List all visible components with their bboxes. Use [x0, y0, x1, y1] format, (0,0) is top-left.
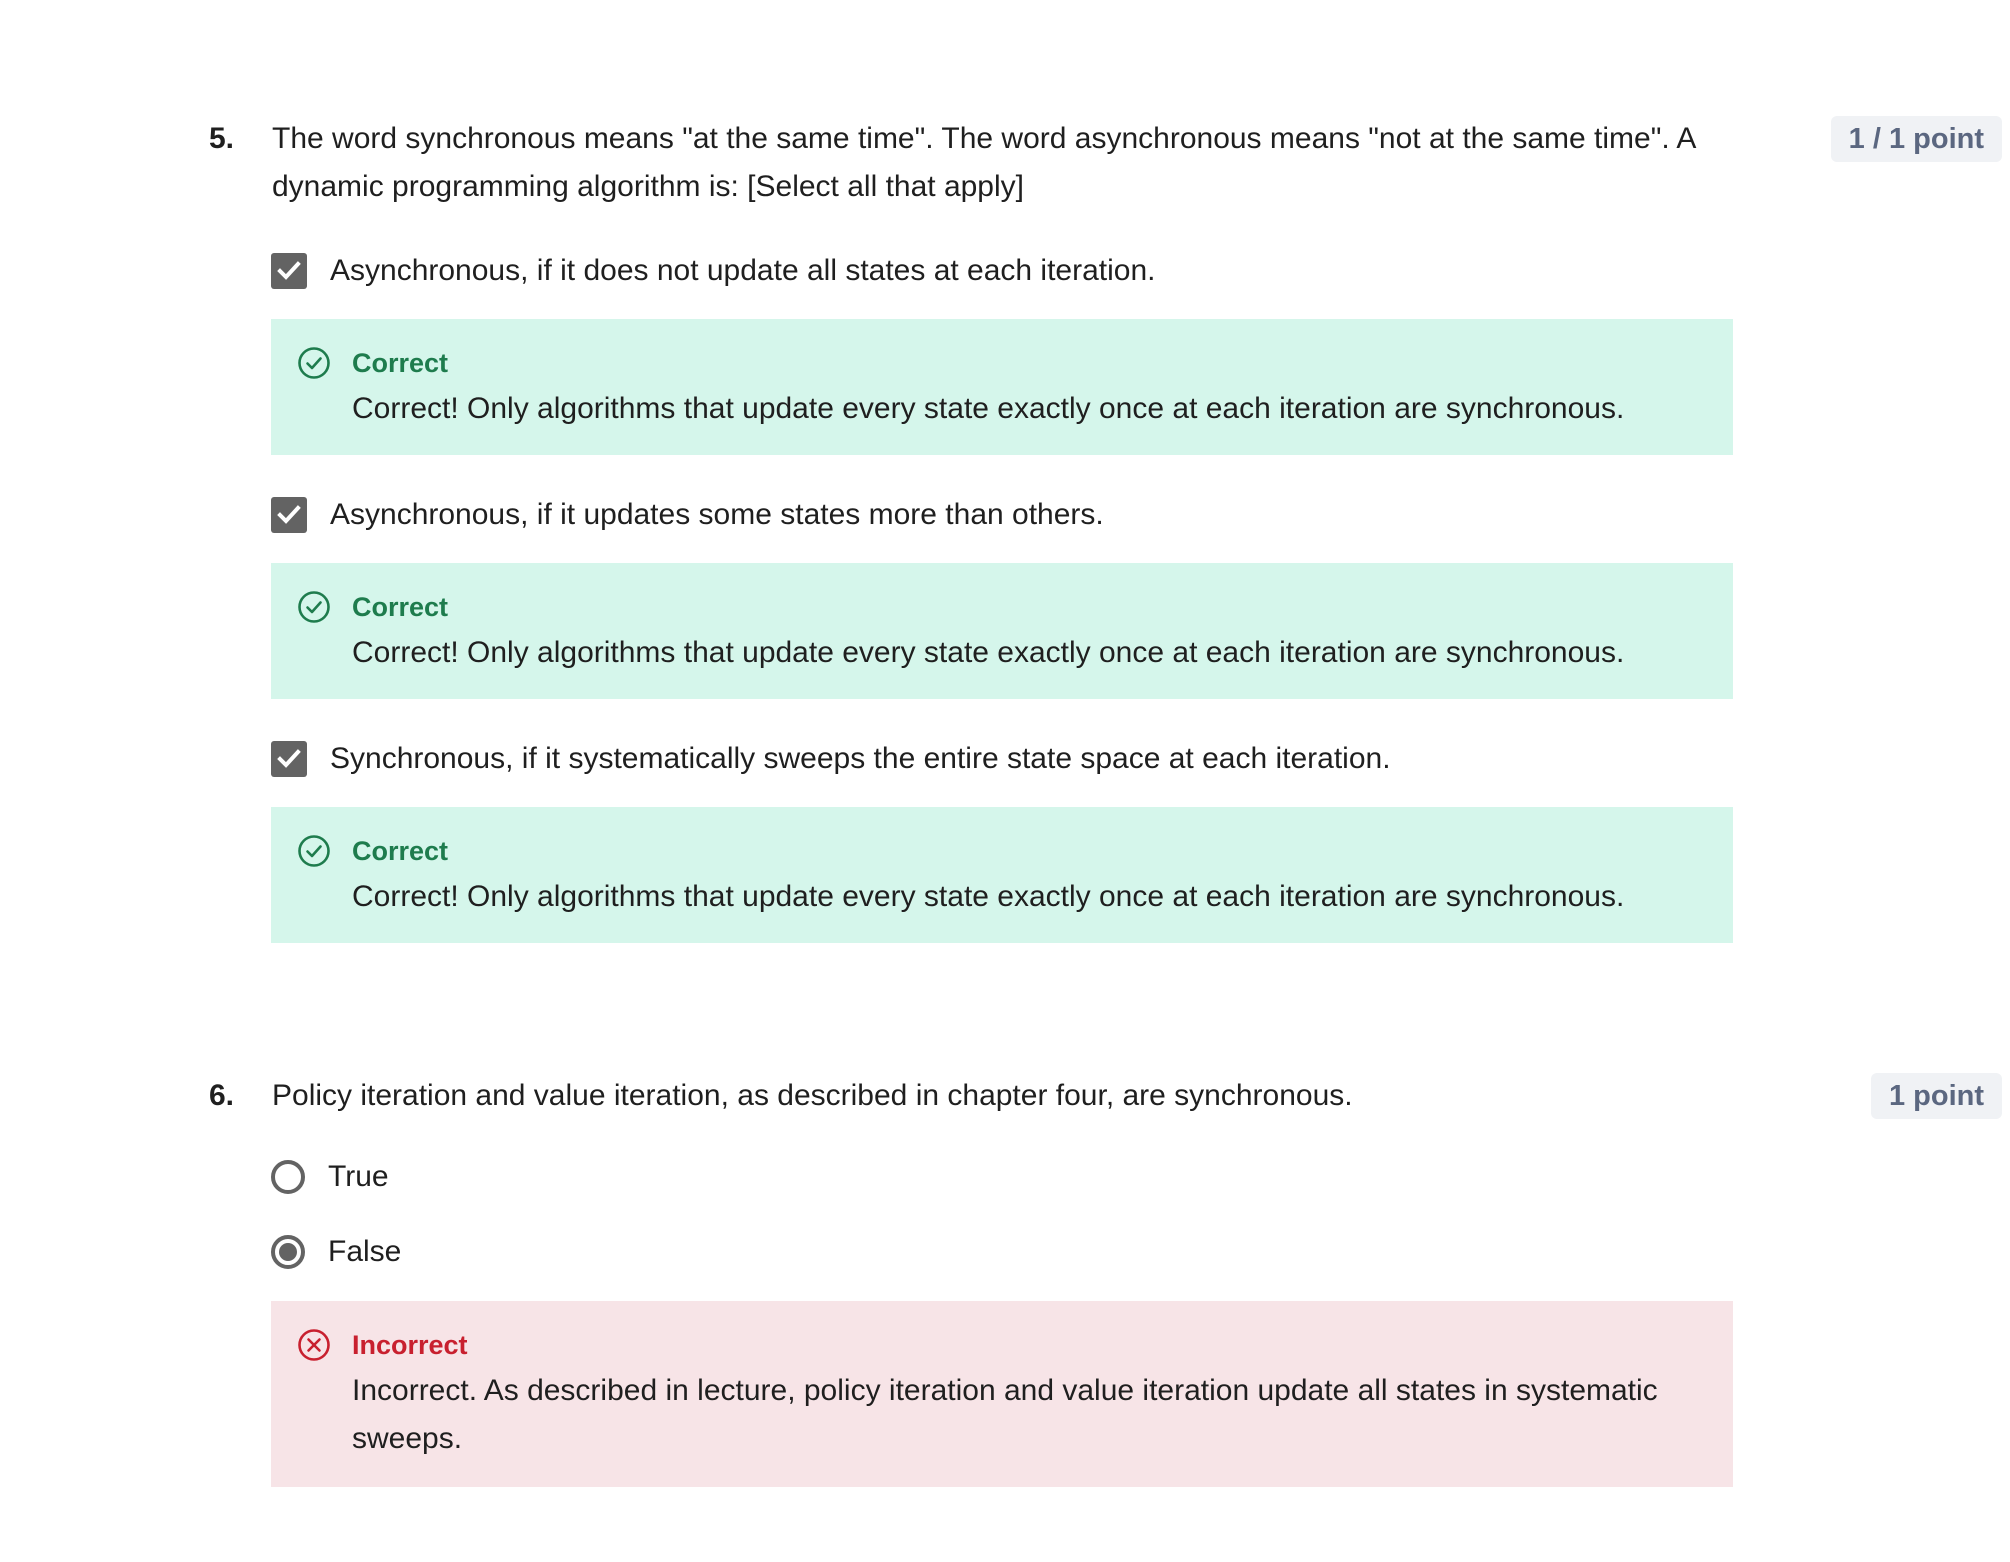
option-label: False — [328, 1235, 402, 1268]
feedback-correct: Correct Correct! Only algorithms that up… — [271, 807, 1733, 943]
points-badge: 1 point — [1870, 1073, 2002, 1119]
checkmark-icon — [277, 261, 301, 280]
feedback-incorrect: Incorrect Incorrect. As described in lec… — [271, 1301, 1733, 1487]
checkbox-checked[interactable] — [271, 253, 307, 289]
option-label: Synchronous, if it systematically sweeps… — [330, 742, 1391, 775]
question-number: 5. — [209, 122, 235, 155]
check-circle-icon — [298, 835, 330, 867]
points-badge: 1 / 1 point — [1830, 116, 2002, 162]
checkbox-option[interactable]: Asynchronous, if it does not update all … — [271, 251, 1156, 291]
checkbox-checked[interactable] — [271, 497, 307, 533]
feedback-text: Correct! Only algorithms that update eve… — [352, 880, 1625, 913]
feedback-title: Correct — [352, 592, 449, 622]
check-circle-icon — [298, 347, 330, 379]
feedback-text: Correct! Only algorithms that update eve… — [352, 392, 1625, 425]
radio-option[interactable]: True — [271, 1157, 389, 1197]
feedback-title: Correct — [352, 348, 449, 378]
radio-button[interactable] — [271, 1160, 305, 1194]
x-circle-icon — [298, 1329, 330, 1361]
feedback-title: Incorrect — [352, 1330, 468, 1360]
feedback-correct: Correct Correct! Only algorithms that up… — [271, 319, 1733, 455]
option-label: Asynchronous, if it does not update all … — [330, 254, 1156, 287]
feedback-text: Correct! Only algorithms that update eve… — [352, 636, 1625, 669]
check-circle-icon — [298, 591, 330, 623]
checkmark-icon — [277, 749, 301, 768]
radio-button-selected[interactable] — [271, 1235, 305, 1269]
radio-dot — [279, 1243, 297, 1261]
checkmark-icon — [277, 505, 301, 524]
feedback-correct: Correct Correct! Only algorithms that up… — [271, 563, 1733, 699]
feedback-text: Incorrect. As described in lecture, poli… — [352, 1374, 1658, 1455]
option-label: Asynchronous, if it updates some states … — [330, 498, 1104, 531]
feedback-title: Correct — [352, 836, 449, 866]
question-text: The word synchronous means "at the same … — [272, 122, 1695, 203]
question-number: 6. — [209, 1079, 235, 1112]
checkbox-checked[interactable] — [271, 741, 307, 777]
checkbox-option[interactable]: Asynchronous, if it updates some states … — [271, 495, 1104, 535]
option-label: True — [328, 1160, 389, 1193]
radio-option[interactable]: False — [271, 1232, 401, 1272]
question-text: Policy iteration and value iteration, as… — [272, 1079, 1353, 1112]
checkbox-option[interactable]: Synchronous, if it systematically sweeps… — [271, 739, 1391, 779]
